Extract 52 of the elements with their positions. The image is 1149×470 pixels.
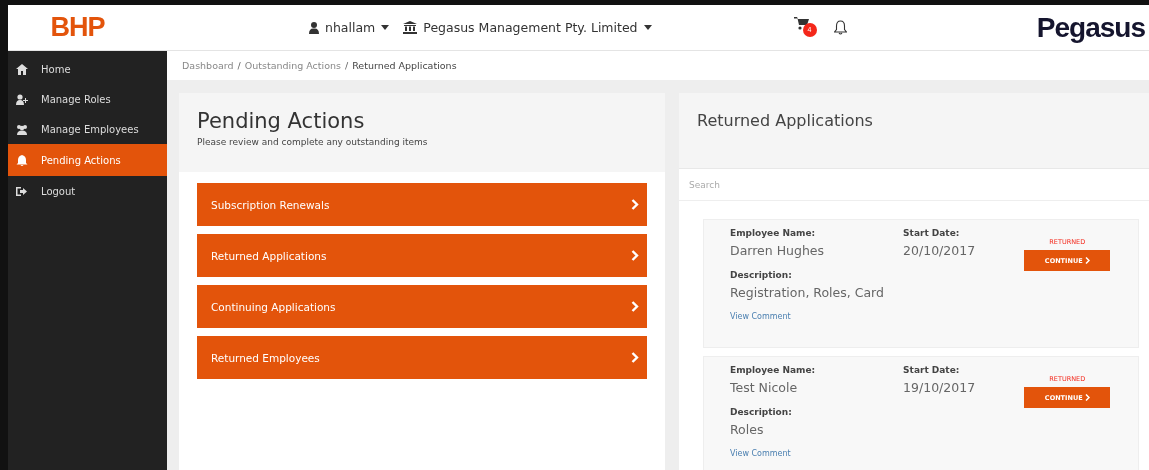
chevron-right-icon (1084, 394, 1090, 401)
panel-subtitle: Please review and complete any outstanding items (197, 137, 429, 147)
notifications-button[interactable] (833, 20, 847, 35)
breadcrumb-link[interactable]: Dashboard (182, 60, 234, 71)
action-button[interactable]: Continuing Applications (197, 285, 647, 328)
logout-icon (16, 185, 28, 197)
caret-icon (381, 25, 390, 30)
sidebar-item[interactable]: Manage Roles (8, 84, 167, 114)
brand-logo: Pegasus (1036, 12, 1145, 43)
chevron-right-icon (631, 250, 639, 261)
field-label: Start Date: (903, 228, 961, 238)
chevron-right-icon (631, 301, 639, 312)
field-label: Description: (730, 270, 793, 280)
action-button[interactable]: Returned Employees (197, 336, 647, 379)
sidebar-item[interactable]: Logout (8, 176, 167, 206)
home-icon (16, 63, 28, 75)
action-button[interactable]: Subscription Renewals (197, 183, 647, 226)
user-plus-icon (16, 93, 28, 105)
start-date: 19/10/2017 (903, 380, 977, 395)
breadcrumb-link[interactable]: Returned Applications (352, 60, 457, 71)
user-icon (309, 21, 319, 34)
bell-icon (16, 154, 28, 166)
panel-title: Pending Actions (197, 109, 366, 133)
view-comment-link[interactable]: View Comment (730, 312, 904, 321)
field-label: Employee Name: (730, 228, 817, 238)
caret-icon (643, 25, 652, 30)
description-text: Roles (730, 422, 765, 437)
bank-icon (403, 21, 418, 34)
breadcrumb-separator: / (237, 60, 241, 71)
users-icon (16, 123, 28, 135)
employee-name: Darren Hughes (730, 243, 826, 258)
chevron-right-icon (631, 199, 639, 210)
field-label: Employee Name: (730, 365, 817, 375)
field-label: Start Date: (903, 365, 961, 375)
company-menu[interactable]: Pegasus Management Pty. Limited (403, 20, 652, 35)
breadcrumb-link[interactable]: Outstanding Actions (244, 60, 341, 71)
view-comment-link[interactable]: View Comment (730, 449, 904, 458)
sidebar-item[interactable]: Pending Actions (8, 144, 167, 176)
field-label: Description: (730, 407, 793, 417)
chevron-right-icon (1084, 257, 1090, 264)
breadcrumb-separator: / (344, 60, 349, 71)
user-menu[interactable]: nhallam (309, 20, 390, 35)
chevron-right-icon (631, 352, 639, 363)
sidebar-item[interactable]: Home (8, 54, 167, 84)
sidebar-item[interactable]: Manage Employees (8, 114, 167, 144)
start-date: 20/10/2017 (903, 243, 977, 258)
bell-icon (833, 20, 847, 35)
logo[interactable]: BHP (50, 12, 105, 43)
description-text: Registration, Roles, Card (730, 285, 885, 300)
employee-name: Test Nicole (730, 380, 799, 395)
panel-title: Returned Applications (697, 110, 874, 130)
action-button[interactable]: Returned Applications (197, 234, 647, 277)
